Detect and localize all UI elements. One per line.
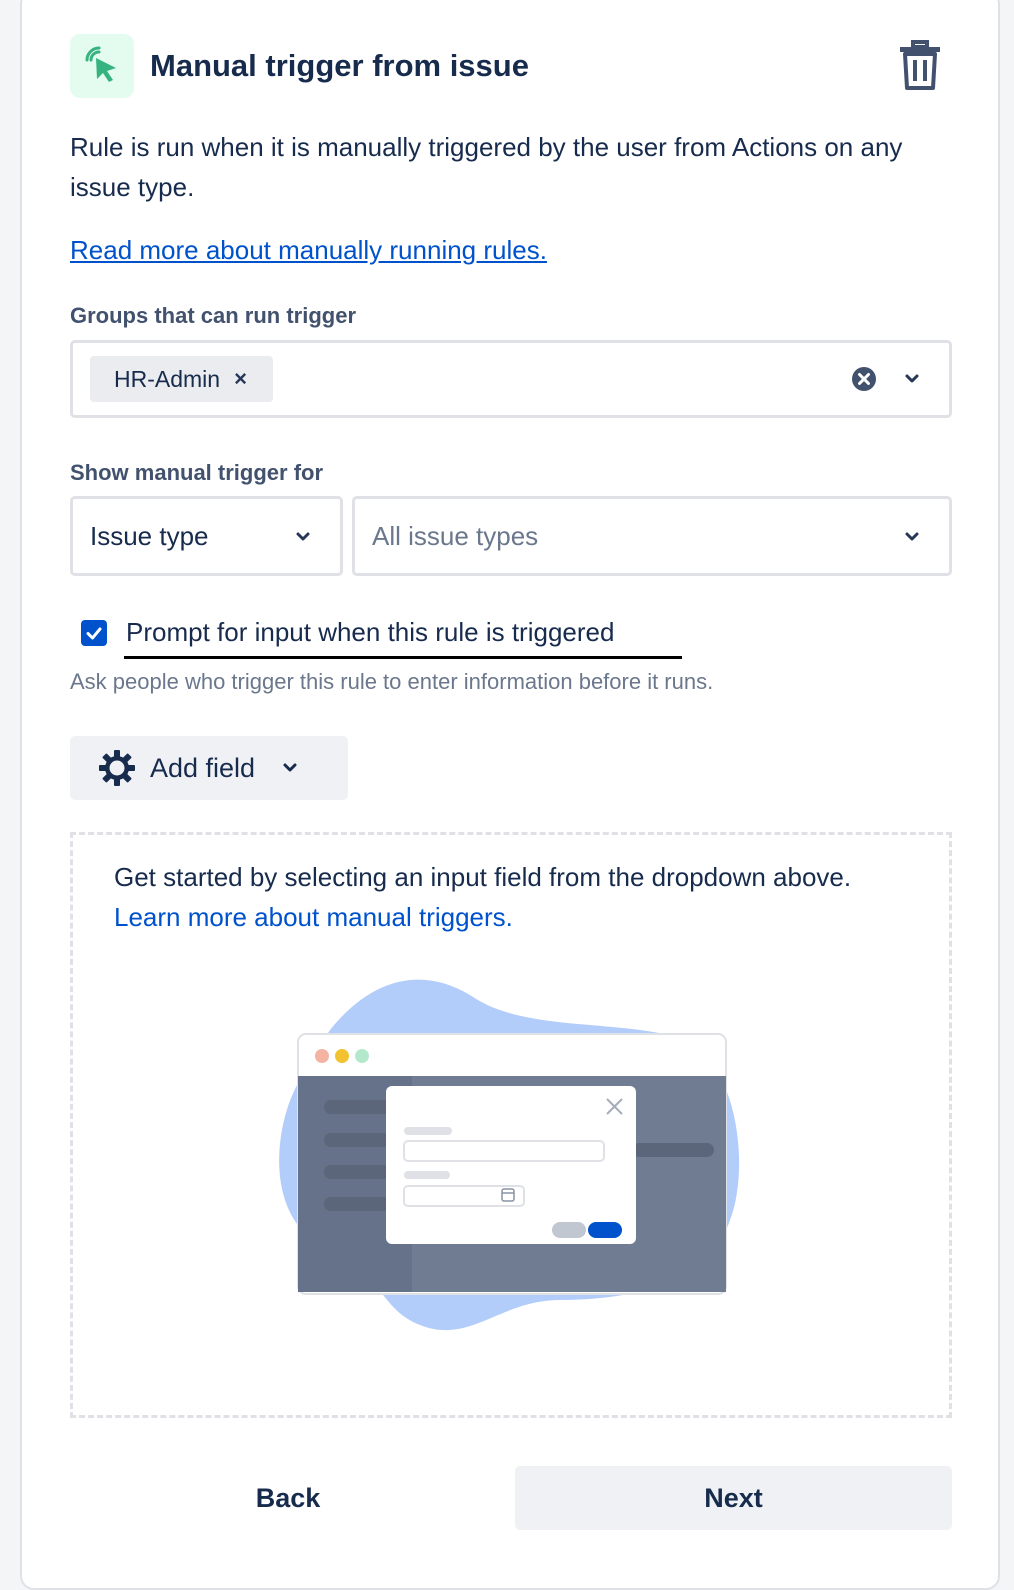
learn-more-link[interactable]: Learn more about manual triggers. [114, 902, 513, 932]
trigger-icon-tile [70, 34, 134, 98]
issue-types-placeholder: All issue types [372, 521, 539, 551]
empty-state-message: Get started by selecting an input field … [114, 857, 914, 937]
chevron-down-icon[interactable] [292, 526, 314, 548]
chevron-down-icon [283, 763, 297, 772]
issue-type-value: Issue type [90, 521, 209, 551]
empty-state-text: Get started by selecting an input field … [114, 862, 852, 892]
chevron-down-icon[interactable] [901, 526, 923, 548]
trigger-description: Rule is run when it is manually triggere… [70, 132, 903, 202]
prompt-checkbox-label[interactable]: Prompt for input when this rule is trigg… [126, 614, 614, 650]
checkmark-icon [86, 627, 102, 640]
cursor-click-icon [85, 46, 116, 82]
page-title: Manual trigger from issue [150, 48, 529, 83]
show-for-label: Show manual trigger for [70, 460, 324, 485]
next-button[interactable]: Next [515, 1466, 952, 1530]
add-field-label: Add field [150, 752, 256, 783]
prompt-checkbox[interactable] [81, 620, 107, 646]
annotation-underline [124, 656, 682, 659]
empty-state-illustration [279, 979, 740, 1331]
read-more-link[interactable]: Read more about manually running rules. [70, 232, 547, 268]
clear-icon[interactable] [851, 366, 877, 392]
group-chip: HR-Admin × [90, 356, 273, 402]
back-button[interactable]: Back [70, 1466, 506, 1530]
remove-chip-button[interactable]: × [234, 366, 247, 392]
groups-label: Groups that can run trigger [70, 303, 357, 328]
group-chip-label: HR-Admin [114, 365, 221, 392]
gear-icon [99, 750, 135, 786]
prompt-helper-text: Ask people who trigger this rule to ente… [70, 669, 714, 694]
add-field-button[interactable]: Add field [70, 736, 348, 800]
trash-icon[interactable] [896, 38, 944, 92]
chevron-down-icon[interactable] [901, 368, 923, 390]
